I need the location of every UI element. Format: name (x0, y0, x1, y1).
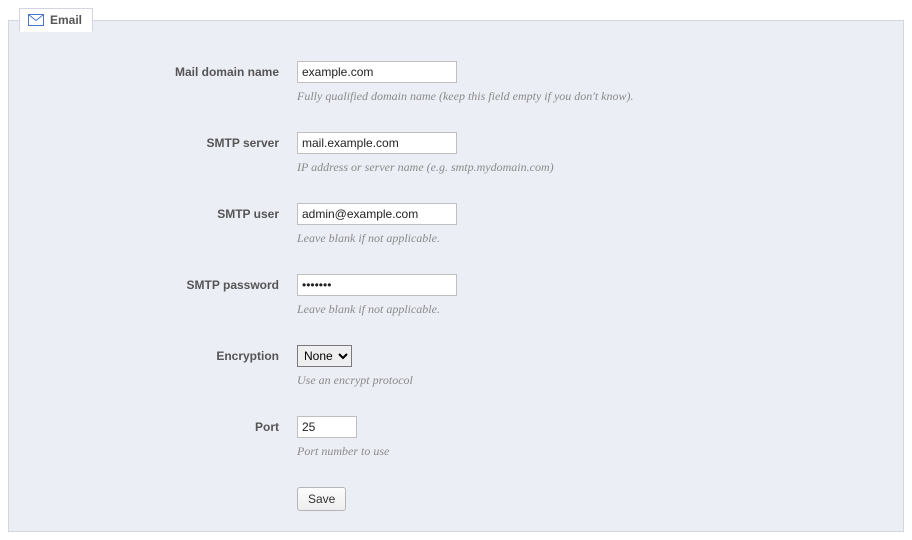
mail-icon (28, 14, 44, 26)
port-input[interactable] (297, 416, 357, 438)
smtp-password-input[interactable] (297, 274, 457, 296)
smtp-user-input[interactable] (297, 203, 457, 225)
hint-smtp-password: Leave blank if not applicable. (297, 302, 883, 317)
save-button[interactable]: Save (297, 487, 346, 511)
row-smtp-server: SMTP server IP address or server name (e… (29, 132, 883, 175)
hint-mail-domain: Fully qualified domain name (keep this f… (297, 89, 883, 104)
row-actions: Save (29, 487, 883, 511)
label-smtp-user: SMTP user (29, 203, 297, 221)
label-port: Port (29, 416, 297, 434)
hint-smtp-user: Leave blank if not applicable. (297, 231, 883, 246)
hint-encryption: Use an encrypt protocol (297, 373, 883, 388)
row-mail-domain: Mail domain name Fully qualified domain … (29, 61, 883, 104)
hint-port: Port number to use (297, 444, 883, 459)
row-encryption: Encryption None Use an encrypt protocol (29, 345, 883, 388)
encryption-select[interactable]: None (297, 345, 352, 367)
email-settings-panel: Email Mail domain name Fully qualified d… (8, 20, 904, 532)
tab-email-label: Email (50, 13, 82, 27)
label-smtp-server: SMTP server (29, 132, 297, 150)
row-smtp-user: SMTP user Leave blank if not applicable. (29, 203, 883, 246)
hint-smtp-server: IP address or server name (e.g. smtp.myd… (297, 160, 883, 175)
row-port: Port Port number to use (29, 416, 883, 459)
tab-email[interactable]: Email (19, 8, 93, 32)
mail-domain-input[interactable] (297, 61, 457, 83)
label-smtp-password: SMTP password (29, 274, 297, 292)
smtp-server-input[interactable] (297, 132, 457, 154)
label-mail-domain: Mail domain name (29, 61, 297, 79)
label-encryption: Encryption (29, 345, 297, 363)
row-smtp-password: SMTP password Leave blank if not applica… (29, 274, 883, 317)
